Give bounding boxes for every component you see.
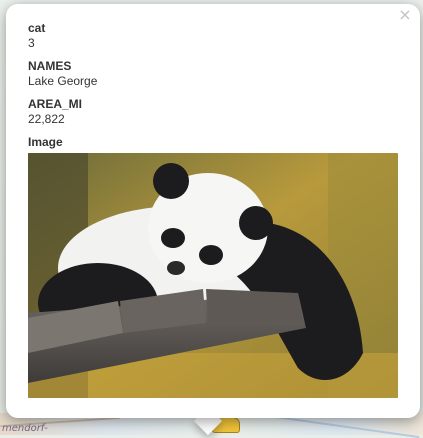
field-name-names: NAMES	[28, 59, 72, 73]
field-name-cat: cat	[28, 21, 46, 35]
popup-content: cat 3 NAMES Lake George AREA_MI 22,822 I…	[28, 21, 398, 398]
close-icon[interactable]: ×	[396, 6, 414, 24]
field-value-cat: 3	[28, 36, 35, 50]
field-name-image: Image	[28, 135, 63, 149]
feature-popup: × cat 3 NAMES Lake George AREA_MI 22,822…	[6, 4, 420, 418]
field-value-area: 22,822	[28, 112, 65, 126]
field-value-names: Lake George	[28, 74, 98, 88]
field-name-area: AREA_MI	[28, 97, 83, 111]
panda-photo	[28, 153, 398, 398]
map-place-label: mendorf-	[2, 423, 48, 434]
panda-illustration	[28, 153, 398, 398]
